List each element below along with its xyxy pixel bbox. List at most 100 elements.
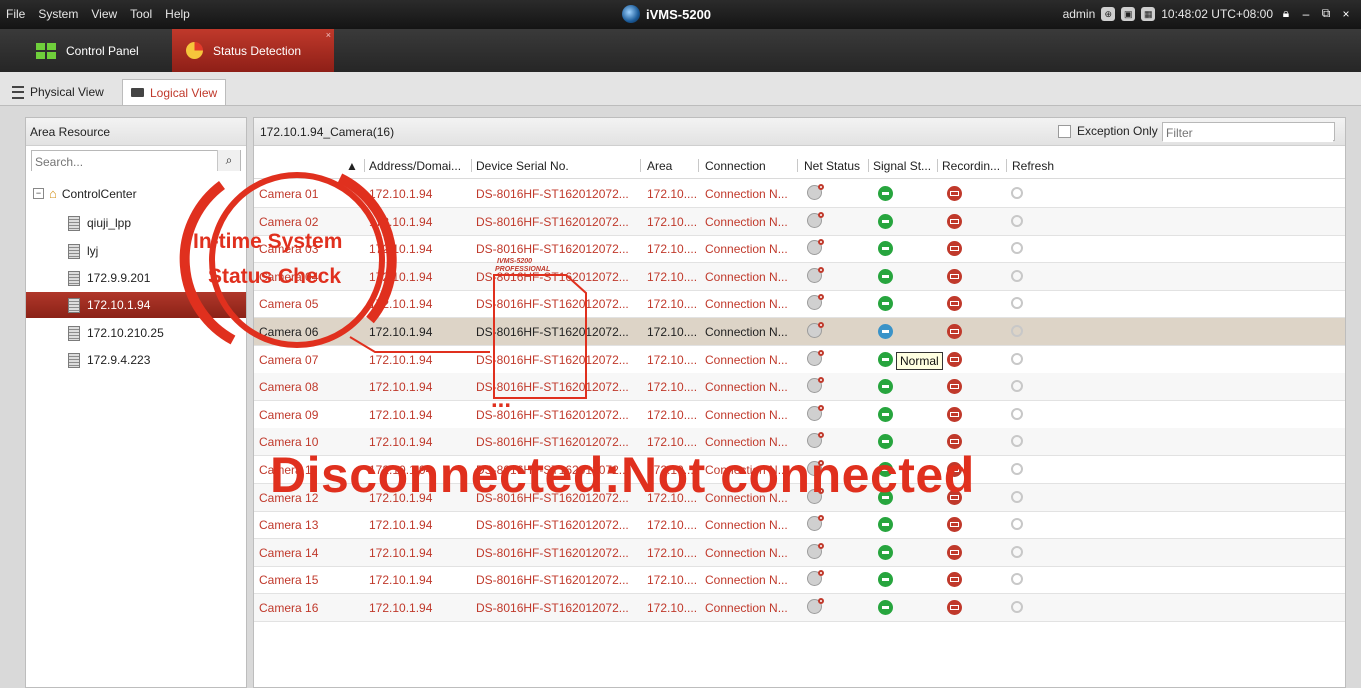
tab-control-panel[interactable]: Control Panel — [22, 29, 162, 72]
tab-logical-view-label: Logical View — [150, 85, 218, 100]
signal-status-icon — [878, 268, 893, 284]
refresh-icon[interactable] — [1011, 573, 1023, 586]
area-search-input[interactable] — [32, 151, 217, 172]
device-icon — [68, 352, 80, 368]
refresh-icon[interactable] — [1011, 214, 1023, 227]
exception-only-toggle[interactable]: Exception Only — [1058, 124, 1158, 138]
col-serial[interactable]: Device Serial No. — [476, 159, 569, 173]
recording-status-icon — [947, 517, 962, 533]
cell-address: 172.10.1.94 — [369, 518, 433, 533]
cell-serial: DS-8016HF-ST162012072... — [476, 545, 629, 560]
circle-caption-line2: Status Check — [208, 265, 342, 288]
menu-view[interactable]: View — [91, 7, 117, 21]
table-row[interactable]: Camera 09 172.10.1.94 DS-8016HF-ST16201207… — [254, 401, 1345, 429]
cell-connection: Connection N... — [705, 407, 788, 422]
table-row[interactable]: Camera 05 172.10.1.94 DS-8016HF-ST16201207… — [254, 290, 1345, 319]
restore-button[interactable]: ⧉ — [1319, 6, 1333, 21]
collapse-icon[interactable]: − — [33, 188, 44, 199]
table-row[interactable]: Camera 13 172.10.1.94 DS-8016HF-ST16201207… — [254, 511, 1345, 540]
cell-connection: Connection N... — [705, 352, 788, 367]
status-area: admin ⊕ ▣ ▦ 10:48:02 UTC+08:00 🔒︎ – ⧉ × — [1063, 6, 1353, 21]
col-area[interactable]: Area — [647, 159, 672, 173]
camera-status-panel: 172.10.1.94_Camera(16) Exception Only ▲ … — [253, 117, 1346, 688]
tab-logical-view[interactable]: Logical View — [122, 79, 227, 105]
cell-address: 172.10.1.94 — [369, 297, 433, 312]
recording-status-icon — [947, 406, 962, 422]
table-row[interactable]: Camera 16 172.10.1.94 DS-8016HF-ST16201207… — [254, 594, 1345, 622]
menu-help[interactable]: Help — [165, 7, 190, 21]
refresh-icon[interactable] — [1011, 518, 1023, 531]
refresh-icon[interactable] — [1011, 352, 1023, 365]
cell-connection: Connection N... — [705, 187, 788, 201]
calendar-icon[interactable]: ▦ — [1141, 6, 1156, 21]
signal-status-icon — [878, 406, 893, 422]
tree-item-172-10-1-94[interactable]: 172.10.1.94 — [26, 292, 246, 318]
title-bar: File System View Tool Help iVMS-5200 adm… — [0, 0, 1361, 29]
net-status-icon — [807, 377, 824, 394]
badge-edition: PROFESSIONAL — [495, 266, 551, 273]
refresh-icon[interactable] — [1011, 325, 1023, 337]
cell-camera-name: Camera 05 — [259, 297, 319, 312]
net-status-icon — [807, 515, 824, 532]
table-row[interactable]: Camera 02 172.10.1.94 DS-8016HF-ST16201207… — [254, 207, 1345, 236]
recording-status-icon — [947, 296, 962, 312]
refresh-icon[interactable] — [1011, 601, 1023, 613]
tree-root-controlcenter[interactable]: − ⌂ ControlCenter — [33, 186, 137, 201]
sort-asc-icon[interactable]: ▲ — [346, 159, 358, 173]
menu-system[interactable]: System — [38, 7, 78, 21]
user-name[interactable]: admin — [1063, 7, 1096, 21]
menu-tool[interactable]: Tool — [130, 7, 152, 21]
table-row[interactable]: Camera 15 172.10.1.94 DS-8016HF-ST16201207… — [254, 566, 1345, 595]
refresh-icon[interactable] — [1011, 545, 1023, 558]
minimize-button[interactable]: – — [1299, 7, 1313, 21]
refresh-icon[interactable] — [1011, 407, 1023, 420]
refresh-icon[interactable] — [1011, 490, 1023, 503]
exception-only-checkbox[interactable] — [1058, 124, 1071, 138]
tab-close-icon[interactable]: × — [326, 30, 331, 40]
table-row[interactable]: Camera 14 172.10.1.94 DS-8016HF-ST16201207… — [254, 538, 1345, 567]
menu-file[interactable]: File — [6, 7, 25, 21]
refresh-icon[interactable] — [1011, 269, 1023, 282]
tree-item-172-9-4-223[interactable]: 172.9.4.223 — [26, 347, 246, 373]
col-net-status[interactable]: Net Status — [804, 159, 860, 173]
refresh-icon[interactable] — [1011, 187, 1023, 199]
cell-serial: DS-8016HF-ST162012072... — [476, 242, 629, 257]
lock-icon[interactable]: 🔒︎ — [1279, 6, 1293, 21]
refresh-icon[interactable] — [1011, 435, 1023, 448]
filter-input[interactable] — [1163, 123, 1333, 142]
net-status-icon — [807, 184, 824, 200]
clock-time: 10:48:02 UTC+08:00 — [1161, 6, 1273, 21]
col-signal-status[interactable]: Signal St... — [873, 159, 931, 173]
cell-connection: Connection N... — [705, 269, 788, 284]
net-status-icon — [807, 349, 824, 366]
cell-camera-name: Camera 16 — [259, 601, 319, 615]
col-connection[interactable]: Connection — [705, 159, 766, 173]
table-row[interactable]: Camera 08 172.10.1.94 DS-8016HF-ST16201207… — [254, 373, 1345, 402]
cell-camera-name: Camera 02 — [259, 214, 319, 229]
table-row[interactable]: Camera 07 172.10.1.94 DS-8016HF-ST16201207… — [254, 346, 1345, 374]
close-button[interactable]: × — [1339, 7, 1353, 21]
refresh-icon[interactable] — [1011, 242, 1023, 255]
refresh-icon[interactable] — [1011, 463, 1023, 475]
col-address[interactable]: Address/Domai... — [369, 159, 461, 173]
cell-camera-name: Camera 06 — [259, 325, 319, 339]
table-row[interactable]: Camera 03 172.10.1.94 DS-8016HF-ST16201207… — [254, 235, 1345, 264]
refresh-icon[interactable] — [1011, 380, 1023, 393]
search-icon[interactable]: ⌕ — [217, 150, 240, 171]
recording-status-icon — [947, 572, 962, 588]
tab-status-detection[interactable]: Status Detection × — [172, 29, 334, 72]
app-logo-icon — [622, 5, 640, 23]
exception-only-label: Exception Only — [1077, 124, 1158, 138]
cell-serial: DS-8016HF-ST162012072... — [476, 518, 629, 533]
refresh-icon[interactable] — [1011, 297, 1023, 310]
recording-status-icon — [947, 241, 962, 257]
tab-physical-view[interactable]: Physical View — [4, 79, 112, 105]
cpu-icon[interactable]: ▣ — [1121, 6, 1136, 21]
table-row[interactable]: Camera 06 172.10.1.94 DS-8016HF-ST16201207… — [254, 318, 1345, 346]
col-refresh[interactable]: Refresh — [1012, 159, 1054, 173]
globe-icon[interactable]: ⊕ — [1101, 6, 1116, 21]
table-row[interactable]: Camera 01 172.10.1.94 DS-8016HF-ST16201207… — [254, 180, 1345, 208]
table-row[interactable]: Camera 04 172.10.1.94 DS-8016HF-ST16201207… — [254, 262, 1345, 291]
col-recording[interactable]: Recordin... — [942, 159, 1000, 173]
tree-item-172-10-210-25[interactable]: 172.10.210.25 — [26, 320, 246, 346]
